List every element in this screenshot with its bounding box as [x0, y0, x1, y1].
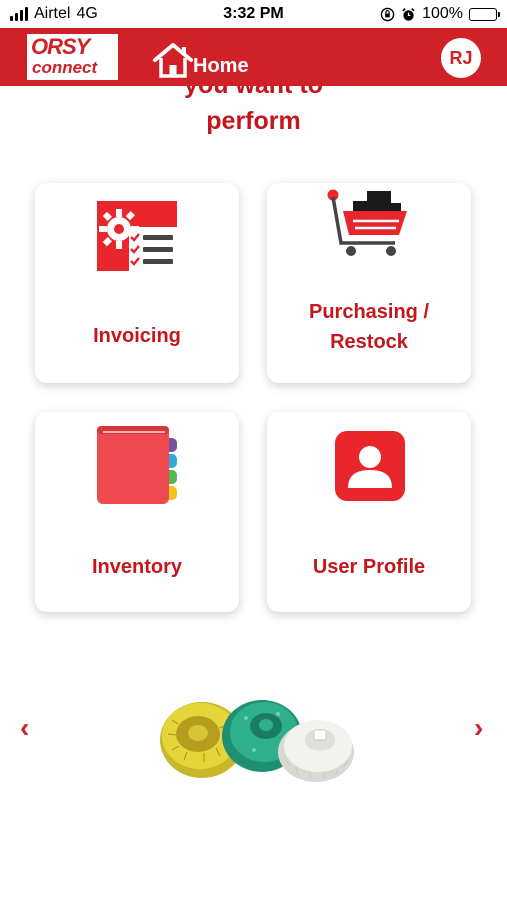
logo-line2: connect	[32, 58, 98, 77]
prompt-text-line2: perform	[206, 107, 301, 135]
inventory-tile[interactable]: Inventory	[35, 412, 239, 612]
alarm-icon	[402, 7, 415, 21]
carousel-product-image	[160, 700, 354, 782]
purchasing-restock-tile[interactable]: Purchasing / Restock	[267, 183, 471, 383]
shopping-cart-icon	[327, 189, 407, 256]
purchasing-label-line1: Purchasing /	[308, 301, 430, 323]
book-icon	[97, 426, 177, 504]
home-icon[interactable]	[152, 42, 194, 78]
orientation-lock-icon	[380, 7, 395, 21]
logo-line1: ORSY	[31, 34, 90, 59]
user-avatar[interactable]: RJ	[441, 38, 481, 78]
app-header: ORSY connect Home RJ	[0, 28, 507, 86]
carousel-prev-button[interactable]: ‹	[20, 712, 29, 744]
status-right: 100%	[380, 5, 500, 23]
invoice-gear-checklist-icon	[97, 201, 179, 273]
battery-icon	[469, 7, 500, 21]
orsy-connect-logo: ORSY connect	[27, 34, 118, 80]
page-title: Home	[193, 55, 249, 77]
user-profile-tile[interactable]: User Profile	[267, 412, 471, 612]
user-profile-label: User Profile	[312, 556, 426, 578]
inventory-label: Inventory	[91, 556, 183, 578]
user-profile-icon	[335, 431, 405, 501]
invoicing-tile[interactable]: Invoicing	[35, 183, 239, 383]
invoicing-label: Invoicing	[93, 325, 181, 347]
purchasing-label-line2: Restock	[330, 331, 408, 353]
status-bar: Airtel 4G 3:32 PM 100%	[0, 0, 507, 28]
battery-percent: 100%	[422, 5, 463, 22]
carousel-next-button[interactable]: ›	[474, 712, 483, 744]
